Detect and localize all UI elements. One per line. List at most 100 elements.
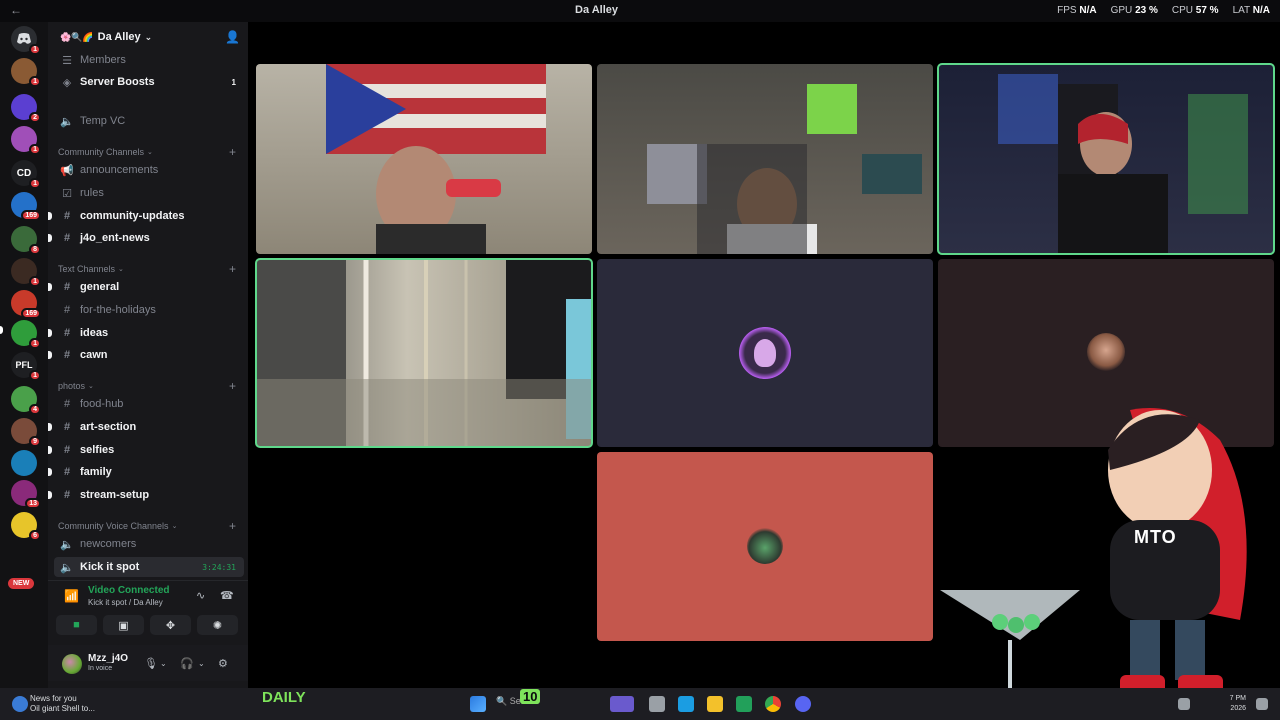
server-icon[interactable]: [11, 450, 37, 476]
channel-announcements[interactable]: 📢 announcements: [54, 160, 244, 180]
disconnect-icon[interactable]: ☎: [220, 589, 234, 602]
chevron-down-icon[interactable]: ⌄: [160, 659, 167, 668]
video-tile[interactable]: [597, 452, 933, 641]
category-community-channels[interactable]: Community Channels ⌄ +: [58, 145, 244, 159]
discord-home-icon[interactable]: 1: [11, 26, 41, 55]
video-tile[interactable]: [937, 63, 1275, 255]
add-channel-icon[interactable]: +: [229, 262, 236, 276]
channel-family[interactable]: # family: [48, 462, 244, 482]
server-icon[interactable]: 169: [11, 192, 41, 221]
notifications-icon[interactable]: [1256, 698, 1268, 710]
task-view-icon[interactable]: [649, 696, 665, 712]
network-icon[interactable]: [1178, 698, 1190, 710]
noise-suppression-icon[interactable]: ∿: [196, 589, 205, 602]
server-header[interactable]: 🌸🔍🌈 Da Alley ⌄ 👤: [48, 22, 248, 52]
news-widget[interactable]: News for you Oil giant Shell to...: [30, 694, 95, 714]
channel-for-the-holidays[interactable]: # for-the-holidays: [54, 300, 244, 320]
streak-counter: 10: [520, 689, 541, 704]
screen-share-button[interactable]: ▣: [103, 615, 144, 635]
add-channel-icon[interactable]: +: [229, 379, 236, 393]
server-icon[interactable]: 1: [11, 258, 41, 287]
headphones-icon[interactable]: 🎧: [180, 657, 194, 670]
channel-label: family: [80, 466, 112, 478]
server-label: CD: [16, 167, 32, 179]
server-icon[interactable]: 4: [11, 386, 41, 415]
avatar: [1087, 333, 1125, 371]
server-icon[interactable]: 1: [11, 126, 41, 155]
category-community-voice-channels[interactable]: Community Voice Channels ⌄ +: [58, 519, 244, 533]
channel-cawn[interactable]: # cawn: [48, 345, 244, 365]
user-status: In voice: [88, 665, 113, 672]
activities-button[interactable]: ✥: [150, 615, 191, 635]
copilot-icon[interactable]: [610, 696, 634, 712]
microphone-icon[interactable]: 🎙: [144, 657, 158, 670]
chevron-down-icon: ⌄: [118, 266, 124, 273]
soundboard-button[interactable]: ✺: [197, 615, 238, 635]
hash-icon: #: [63, 444, 71, 456]
channel-temp-vc[interactable]: 🔈 Temp VC: [54, 111, 244, 131]
chrome-icon[interactable]: [765, 696, 781, 712]
server-icon[interactable]: 2: [11, 94, 41, 123]
server-icon[interactable]: 1: [11, 320, 41, 349]
add-user-icon[interactable]: 👤: [225, 30, 240, 44]
chevron-down-icon[interactable]: ⌄: [198, 659, 205, 668]
channel-label: general: [80, 281, 120, 293]
taskbar: News for you Oil giant Shell to... DAILY…: [0, 688, 1280, 720]
overlay-label: MTO: [1134, 527, 1177, 547]
channel-stream-setup[interactable]: # stream-setup: [48, 485, 244, 505]
server-icon[interactable]: 13: [11, 480, 41, 509]
discord-app-icon[interactable]: [795, 696, 811, 712]
channel-selfies[interactable]: # selfies: [48, 440, 244, 460]
channel-kick-it-spot[interactable]: 🔈 Kick it spot 3:24:31: [54, 557, 244, 577]
channel-general[interactable]: # general: [48, 277, 244, 297]
video-tile[interactable]: [256, 64, 592, 254]
speaker-icon: 🔈: [60, 561, 74, 574]
avatar[interactable]: [62, 654, 82, 674]
xbox-app-icon[interactable]: [736, 696, 752, 712]
file-explorer-icon[interactable]: [707, 696, 723, 712]
server-badge: 9: [29, 436, 41, 447]
category-text-channels[interactable]: Text Channels ⌄ +: [58, 262, 244, 276]
category-label: Text Channels: [58, 264, 116, 274]
channel-art-section[interactable]: # art-section: [48, 417, 244, 437]
server-icon[interactable]: 9: [11, 418, 41, 447]
video-tile[interactable]: [597, 259, 933, 447]
back-arrow-icon[interactable]: ←: [10, 3, 22, 17]
server-icon[interactable]: 169: [11, 290, 41, 319]
channel-community-updates[interactable]: # community-updates: [48, 206, 244, 226]
video-tile[interactable]: [597, 64, 933, 254]
channel-newcomers[interactable]: 🔈 newcomers: [54, 534, 244, 554]
channel-server-boosts[interactable]: ◈ Server Boosts 1: [54, 72, 244, 92]
camera-button[interactable]: ■: [56, 615, 97, 635]
server-icon[interactable]: 1: [11, 58, 41, 87]
windows-start-icon[interactable]: [470, 696, 486, 712]
channel-rules[interactable]: ☑ rules: [54, 183, 244, 203]
system-clock[interactable]: 7 PM 2026: [1230, 694, 1246, 714]
settings-gear-icon[interactable]: ⚙: [218, 657, 228, 670]
news-headline: Oil giant Shell to...: [30, 704, 95, 713]
weather-icon[interactable]: [12, 696, 28, 712]
channel-ideas[interactable]: # ideas: [48, 323, 244, 343]
hash-icon: #: [63, 489, 71, 501]
server-icon[interactable]: PFL 1: [11, 352, 41, 381]
edge-browser-icon[interactable]: [678, 696, 694, 712]
category-photos[interactable]: photos ⌄ +: [58, 379, 244, 393]
channel-members[interactable]: ☰ Members: [54, 50, 244, 70]
server-badge: 1: [29, 44, 41, 55]
server-icon[interactable]: 8: [11, 226, 41, 255]
category-label: Community Channels: [58, 147, 145, 157]
signal-icon[interactable]: 📶: [64, 589, 79, 603]
add-channel-icon[interactable]: +: [229, 145, 236, 159]
chevron-down-icon: ⌄: [88, 383, 94, 390]
server-icon[interactable]: 6: [11, 512, 41, 541]
server-icon[interactable]: CD 1: [11, 160, 41, 189]
channel-label: cawn: [80, 349, 108, 361]
username[interactable]: Mzz_j4O: [88, 653, 128, 664]
add-channel-icon[interactable]: +: [229, 519, 236, 533]
channel-food-hub[interactable]: # food-hub: [54, 394, 244, 414]
voice-location[interactable]: Kick it spot / Da Alley: [88, 598, 163, 607]
server-badge: 1: [29, 178, 41, 189]
video-tile[interactable]: [255, 258, 593, 448]
channel-j4o-ent-news[interactable]: # j4o_ent-news: [48, 228, 244, 248]
voice-status[interactable]: Video Connected: [88, 585, 170, 596]
